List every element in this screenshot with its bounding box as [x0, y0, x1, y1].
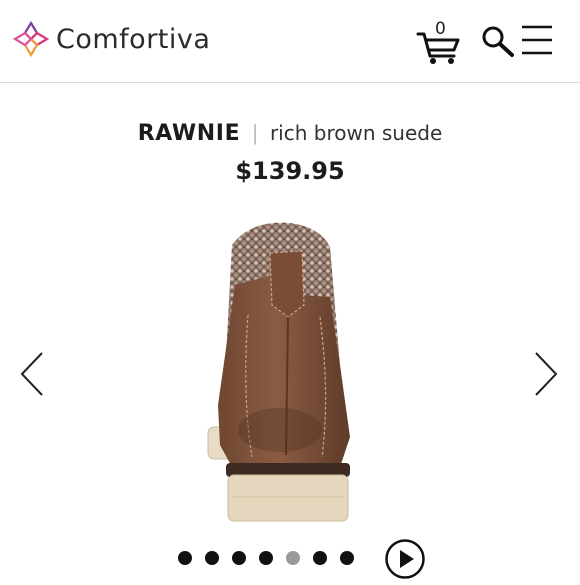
- play-slideshow-button[interactable]: [384, 538, 426, 580]
- logo-flower-icon: [12, 20, 50, 58]
- gallery-dot-2[interactable]: [205, 551, 219, 565]
- product-name: RAWNIE: [137, 121, 241, 146]
- search-icon: [482, 26, 514, 57]
- next-image-button[interactable]: [526, 344, 566, 404]
- title-separator: |: [252, 120, 258, 145]
- search-button[interactable]: [480, 24, 516, 60]
- gallery-dot-6[interactable]: [313, 551, 327, 565]
- chevron-right-icon: [535, 352, 558, 396]
- play-icon: [385, 539, 425, 579]
- product-image-boot: [207, 222, 350, 522]
- brand-logo[interactable]: Comfortiva: [12, 20, 210, 58]
- brand-name: Comfortiva: [56, 23, 211, 55]
- gallery-pagination: [178, 551, 367, 567]
- gallery-dot-7[interactable]: [340, 551, 354, 565]
- product-title-row: RAWNIE | rich brown suede: [0, 118, 580, 149]
- site-header: Comfortiva 0: [0, 0, 580, 83]
- gallery-dot-5-active[interactable]: [286, 551, 300, 565]
- product-price: $139.95: [235, 157, 345, 185]
- gallery-dot-3[interactable]: [232, 551, 246, 565]
- menu-button[interactable]: [520, 23, 556, 57]
- menu-icon: [522, 25, 552, 55]
- previous-image-button[interactable]: [14, 344, 54, 404]
- cart-button[interactable]: 0: [416, 19, 462, 66]
- cart-count: 0: [435, 19, 446, 39]
- gallery-dot-4[interactable]: [259, 551, 273, 565]
- gallery-dot-1[interactable]: [178, 551, 192, 565]
- product-color: rich brown suede: [269, 121, 443, 145]
- chevron-left-icon: [20, 352, 43, 396]
